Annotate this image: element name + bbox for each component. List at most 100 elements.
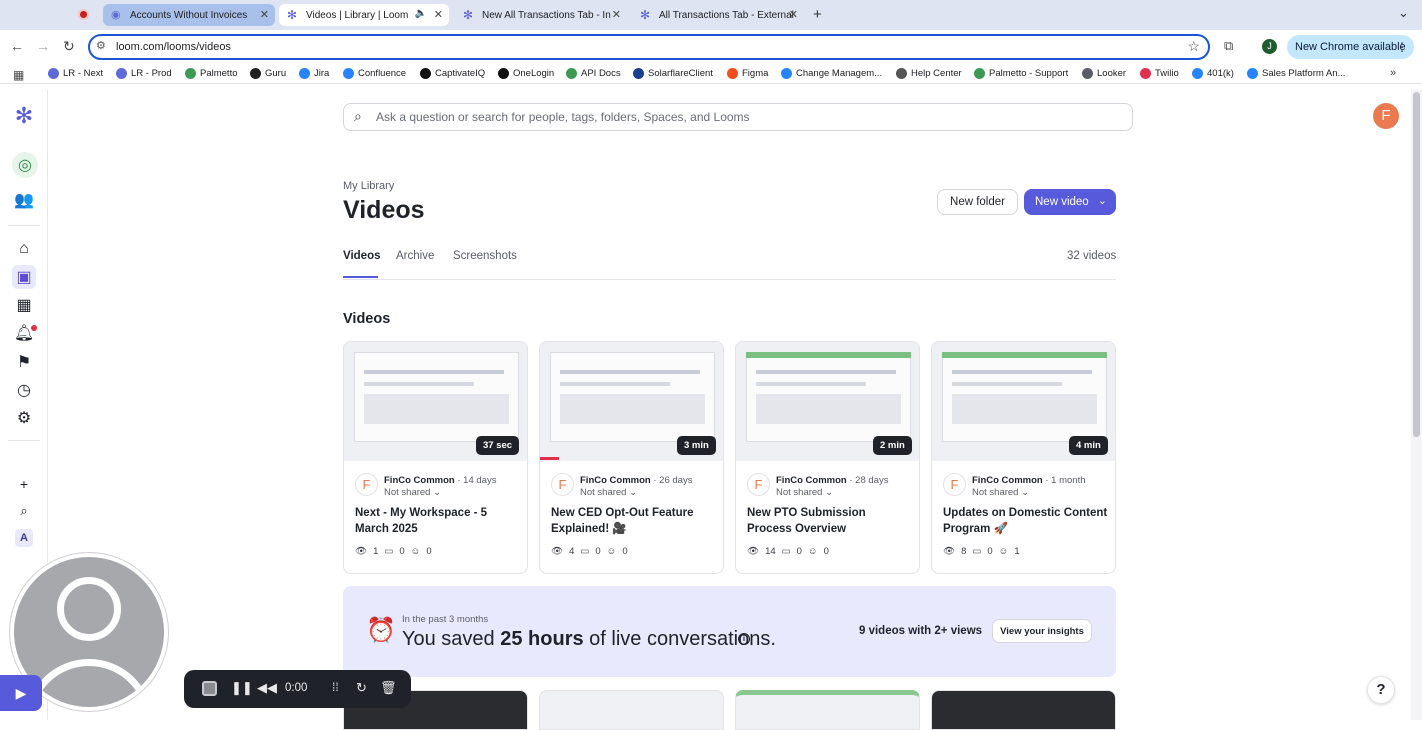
address-bar[interactable]: ⚙ loom.com/looms/videos ☆ (88, 34, 1210, 60)
palmetto-workspace-icon[interactable]: ◎ (12, 152, 38, 178)
close-tab-icon[interactable]: ✕ (789, 8, 798, 21)
bookmark-6[interactable]: CaptivateIQ (420, 68, 485, 79)
browser-tab-new-transactions[interactable]: ✻ New All Transactions Tab - In ✕ (455, 4, 627, 26)
pause-icon[interactable]: ❚❚ (231, 680, 253, 696)
close-tab-icon[interactable]: ✕ (612, 8, 621, 21)
bookmark-9[interactable]: SolarflareClient (633, 68, 713, 79)
tab-screenshots[interactable]: Screenshots (453, 250, 517, 262)
sharing-status-dropdown[interactable]: Not shared ⌄ (384, 487, 441, 498)
forward-arrow-icon[interactable]: → (36, 38, 50, 54)
browser-tab-loom[interactable]: ✻ Videos | Library | Loom 🔈 ✕ (279, 4, 449, 26)
duration-badge: 4 min (1069, 436, 1108, 455)
bookmark-2[interactable]: Palmetto (185, 68, 238, 79)
back-arrow-icon[interactable]: ← (10, 38, 24, 54)
sharing-status-dropdown[interactable]: Not shared ⌄ (580, 487, 637, 498)
bookmark-11[interactable]: Change Managem... (781, 68, 882, 79)
loom-logo-icon[interactable]: ✻ (12, 103, 36, 128)
tab-videos[interactable]: Videos (343, 250, 381, 262)
video-thumbnail[interactable]: 4 min (932, 342, 1115, 461)
history-clock-icon[interactable]: ◷ (12, 378, 36, 402)
new-video-button[interactable]: New video ⌄ (1024, 189, 1116, 215)
profile-avatar[interactable]: J (1262, 39, 1277, 54)
bookmark-17[interactable]: Sales Platform An... (1247, 68, 1345, 79)
bookmark-15[interactable]: Twilio (1140, 68, 1179, 79)
bookmark-8[interactable]: API Docs (566, 68, 621, 79)
view-insights-button[interactable]: View your insights (992, 619, 1092, 643)
rewind-icon[interactable]: ◀◀ (257, 680, 277, 696)
scrollbar-thumb[interactable] (1413, 92, 1420, 437)
settings-gear-icon[interactable]: ⚙ (12, 406, 36, 430)
sharing-status-dropdown[interactable]: Not shared ⌄ (972, 487, 1029, 498)
bookmark-13[interactable]: Palmetto - Support (974, 68, 1068, 79)
bookmark-3[interactable]: Guru (250, 68, 286, 79)
breadcrumb[interactable]: My Library (343, 180, 394, 192)
bookmark-14[interactable]: Looker (1082, 68, 1126, 79)
video-card[interactable]: 2 min F FinCo Common · 28 days Not shared ⌄… (735, 341, 920, 574)
bookmark-4[interactable]: Jira (299, 68, 329, 79)
reload-icon[interactable]: ↻ (63, 38, 75, 55)
extensions-icon[interactable]: ⧉ (1224, 38, 1233, 54)
video-card-thumbnail[interactable] (931, 690, 1116, 730)
audio-playing-icon[interactable]: 🔈 (415, 8, 427, 19)
sharing-status-dropdown[interactable]: Not shared ⌄ (776, 487, 833, 498)
bookmark-10[interactable]: Figma (727, 68, 768, 79)
info-icon[interactable]: i (738, 633, 750, 645)
video-title[interactable]: Next - My Workspace - 5 March 2025 (355, 505, 520, 537)
add-plus-icon[interactable]: + (12, 472, 36, 496)
home-icon[interactable]: ⌂ (12, 237, 36, 261)
video-card[interactable]: 4 min F FinCo Common · 1 month Not shared ⌄… (931, 341, 1116, 574)
url-text[interactable]: loom.com/looms/videos (116, 41, 231, 53)
video-title[interactable]: New PTO Submission Process Overview (747, 505, 912, 537)
bookmark-star-icon[interactable]: ☆ (1187, 38, 1200, 55)
bookmark-12[interactable]: Help Center (896, 68, 962, 79)
bookmark-0[interactable]: LR - Next (48, 68, 103, 79)
new-folder-button[interactable]: New folder (937, 189, 1018, 215)
close-tab-icon[interactable]: ✕ (434, 8, 443, 21)
workspace-avatar[interactable]: A (15, 529, 33, 547)
tab-search-chevron-icon[interactable]: ⌄ (1398, 5, 1409, 21)
stop-recording-button[interactable] (202, 681, 217, 696)
video-title[interactable]: New CED Opt-Out Feature Explained! 🎥 (551, 505, 716, 537)
chrome-update-button[interactable]: New Chrome available ⋮ (1287, 35, 1414, 59)
video-card-thumbnail[interactable] (539, 690, 724, 730)
rail-divider (8, 440, 40, 441)
video-card[interactable]: 37 sec F FinCo Common · 14 days Not shared … (343, 341, 528, 574)
bookmark-7[interactable]: OneLogin (498, 68, 554, 79)
apps-grid-icon[interactable]: ▦ (13, 68, 24, 82)
video-thumbnail[interactable]: 37 sec (344, 342, 527, 461)
new-tab-icon[interactable]: + (813, 6, 822, 23)
video-card-thumbnail[interactable] (735, 690, 920, 730)
tab-archive[interactable]: Archive (396, 250, 434, 262)
search-input[interactable] (376, 108, 1116, 126)
chrome-menu-icon[interactable]: ⋮ (1396, 35, 1408, 59)
site-settings-icon[interactable]: ⚙ (96, 39, 106, 52)
browser-tab-all-transactions[interactable]: ✻ All Transactions Tab - External ✕ (632, 4, 804, 26)
owner-avatar[interactable]: F (943, 473, 966, 496)
bookmarks-overflow-icon[interactable]: » (1390, 67, 1396, 79)
delete-trash-icon[interactable]: 🗑︎ (380, 680, 397, 696)
owner-avatar[interactable]: F (355, 473, 378, 496)
bookmark-1[interactable]: LR - Prod (116, 68, 172, 79)
library-icon[interactable]: ▣ (12, 265, 36, 289)
bookmark-5[interactable]: Confluence (343, 68, 406, 79)
restart-icon[interactable]: ↻ (356, 680, 367, 696)
user-avatar[interactable]: F (1373, 103, 1399, 129)
camera-toggle-icon[interactable]: ▶︎ (0, 675, 42, 711)
search-icon[interactable]: ⌕ (12, 499, 36, 523)
close-tab-icon[interactable]: ✕ (260, 8, 269, 21)
calendar-icon[interactable]: ▦ (12, 293, 36, 317)
video-thumbnail[interactable]: 2 min (736, 342, 919, 461)
video-card[interactable]: 3 min F FinCo Common · 26 days Not shared ⌄… (539, 341, 724, 574)
video-title[interactable]: Updates on Domestic Content Program 🚀 (943, 505, 1108, 537)
bookmark-16[interactable]: 401(k) (1192, 68, 1234, 79)
search-bar[interactable]: ⌕ (343, 103, 1133, 131)
bookmark-icon[interactable]: ⚑ (12, 350, 36, 374)
help-button[interactable]: ? (1367, 676, 1395, 704)
owner-avatar[interactable]: F (551, 473, 574, 496)
owner-avatar[interactable]: F (747, 473, 770, 496)
video-thumbnail[interactable]: 3 min (540, 342, 723, 461)
people-icon[interactable]: 👥 (12, 188, 36, 212)
drag-handle-icon[interactable]: ⁞⁞ (332, 680, 339, 694)
browser-tab-accounts[interactable]: ◉ Accounts Without Invoices ✕ (103, 4, 275, 26)
bookmark-label: 401(k) (1207, 68, 1234, 79)
